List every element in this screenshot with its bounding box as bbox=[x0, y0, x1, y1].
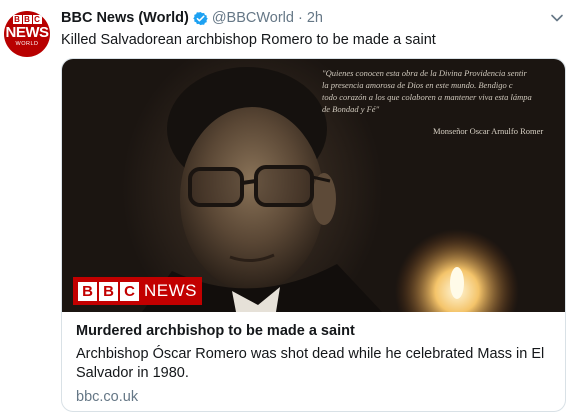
card-image[interactable]: "Quienes conocen esta obra de la Divina … bbox=[62, 59, 565, 312]
bbc-badge-letter: B bbox=[99, 281, 118, 301]
separator-dot: · bbox=[297, 10, 303, 26]
verified-badge-icon bbox=[193, 11, 208, 25]
bbc-logo-letter: C bbox=[32, 15, 42, 24]
bbc-logo-letter: B bbox=[12, 15, 22, 24]
display-name[interactable]: BBC News (World) bbox=[61, 10, 189, 26]
card-domain: bbc.co.uk bbox=[76, 389, 139, 405]
card-description: Archbishop Óscar Romero was shot dead wh… bbox=[76, 346, 545, 381]
bbc-logo-letter: B bbox=[22, 15, 32, 24]
chevron-down-icon[interactable] bbox=[549, 10, 565, 26]
tweet-text: Killed Salvadorean archbishop Romero to … bbox=[61, 32, 436, 48]
bbc-badge-letter: C bbox=[120, 281, 139, 301]
card-body[interactable]: Murdered archbishop to be made a saint A… bbox=[76, 322, 555, 405]
user-handle[interactable]: @BBCWorld bbox=[212, 10, 294, 26]
avatar-news-text: NEWS bbox=[5, 24, 50, 41]
bbc-badge-letter: B bbox=[78, 281, 97, 301]
link-card[interactable]: "Quienes conocen esta obra de la Divina … bbox=[61, 58, 566, 412]
bbc-news-badge: B B C NEWS bbox=[73, 277, 202, 305]
tweet-timestamp[interactable]: 2h bbox=[307, 10, 323, 26]
tweet-header: BBC News (World) @BBCWorld · 2h bbox=[61, 10, 323, 26]
avatar[interactable]: B B C NEWS WORLD bbox=[4, 11, 50, 57]
bbc-logo: B B C bbox=[12, 15, 42, 24]
image-quote-author: Monseñor Oscar Arnulfo Romer bbox=[433, 126, 544, 136]
bbc-badge-news: NEWS bbox=[144, 281, 197, 300]
avatar-world-text: WORLD bbox=[15, 41, 39, 47]
card-title[interactable]: Murdered archbishop to be made a saint bbox=[76, 322, 555, 341]
image-quote: "Quienes conocen esta obra de la Divina … bbox=[322, 68, 532, 114]
